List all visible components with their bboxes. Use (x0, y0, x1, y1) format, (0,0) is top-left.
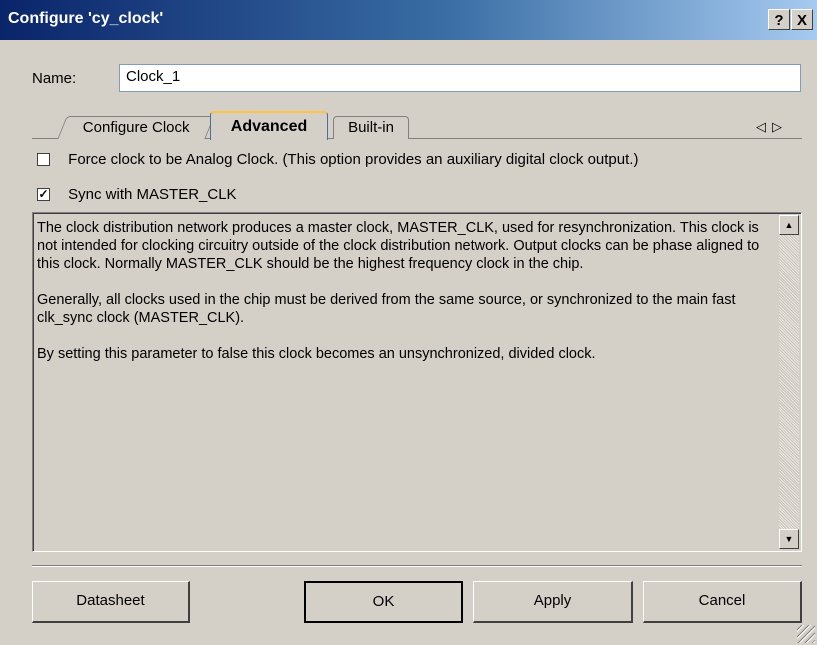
cancel-button[interactable]: Cancel (643, 581, 802, 623)
tab-built-in[interactable]: Built-in (333, 116, 409, 139)
title-bar: Configure 'cy_clock' ? X (0, 0, 817, 40)
button-separator (32, 565, 802, 567)
scroll-up-icon[interactable]: ▲ (779, 215, 799, 235)
window-title: Configure 'cy_clock' (8, 10, 164, 27)
tab-scroll-left-icon[interactable]: ◁ (756, 119, 772, 134)
analog-clock-checkbox[interactable] (37, 152, 50, 166)
sync-master-clk-option[interactable]: ✓ Sync with MASTER_CLK (37, 185, 237, 203)
tab-scroll-arrows[interactable]: ◁▷ (756, 119, 788, 135)
help-button[interactable]: ? (768, 9, 790, 30)
description-paragraph: Generally, all clocks used in the chip m… (37, 292, 736, 326)
datasheet-button[interactable]: Datasheet (32, 581, 190, 623)
tab-scroll-right-icon[interactable]: ▷ (772, 119, 788, 134)
sync-master-clk-checkbox[interactable]: ✓ (37, 187, 50, 201)
description-paragraph: By setting this parameter to false this … (37, 346, 596, 362)
tab-configure-clock[interactable]: Configure Clock (57, 116, 215, 139)
tab-advanced[interactable]: Advanced (210, 111, 328, 140)
ok-button[interactable]: OK (304, 581, 463, 623)
description-scrollbar[interactable]: ▲ ▼ (779, 215, 799, 549)
tab-configure-clock-label: Configure Clock (82, 119, 190, 136)
close-button[interactable]: X (791, 9, 813, 30)
analog-clock-option[interactable]: Force clock to be Analog Clock. (This op… (37, 150, 638, 168)
description-paragraph: The clock distribution network produces … (37, 220, 760, 272)
sync-master-clk-label: Sync with MASTER_CLK (68, 185, 237, 203)
description-text: The clock distribution network produces … (37, 219, 767, 381)
apply-button[interactable]: Apply (473, 581, 633, 623)
description-panel: The clock distribution network produces … (32, 212, 802, 552)
scroll-down-icon[interactable]: ▼ (779, 529, 799, 549)
analog-clock-label: Force clock to be Analog Clock. (This op… (68, 150, 639, 168)
name-input[interactable]: Clock_1 (119, 64, 801, 92)
name-label: Name: (32, 70, 77, 87)
resize-grip-icon[interactable] (797, 625, 815, 643)
